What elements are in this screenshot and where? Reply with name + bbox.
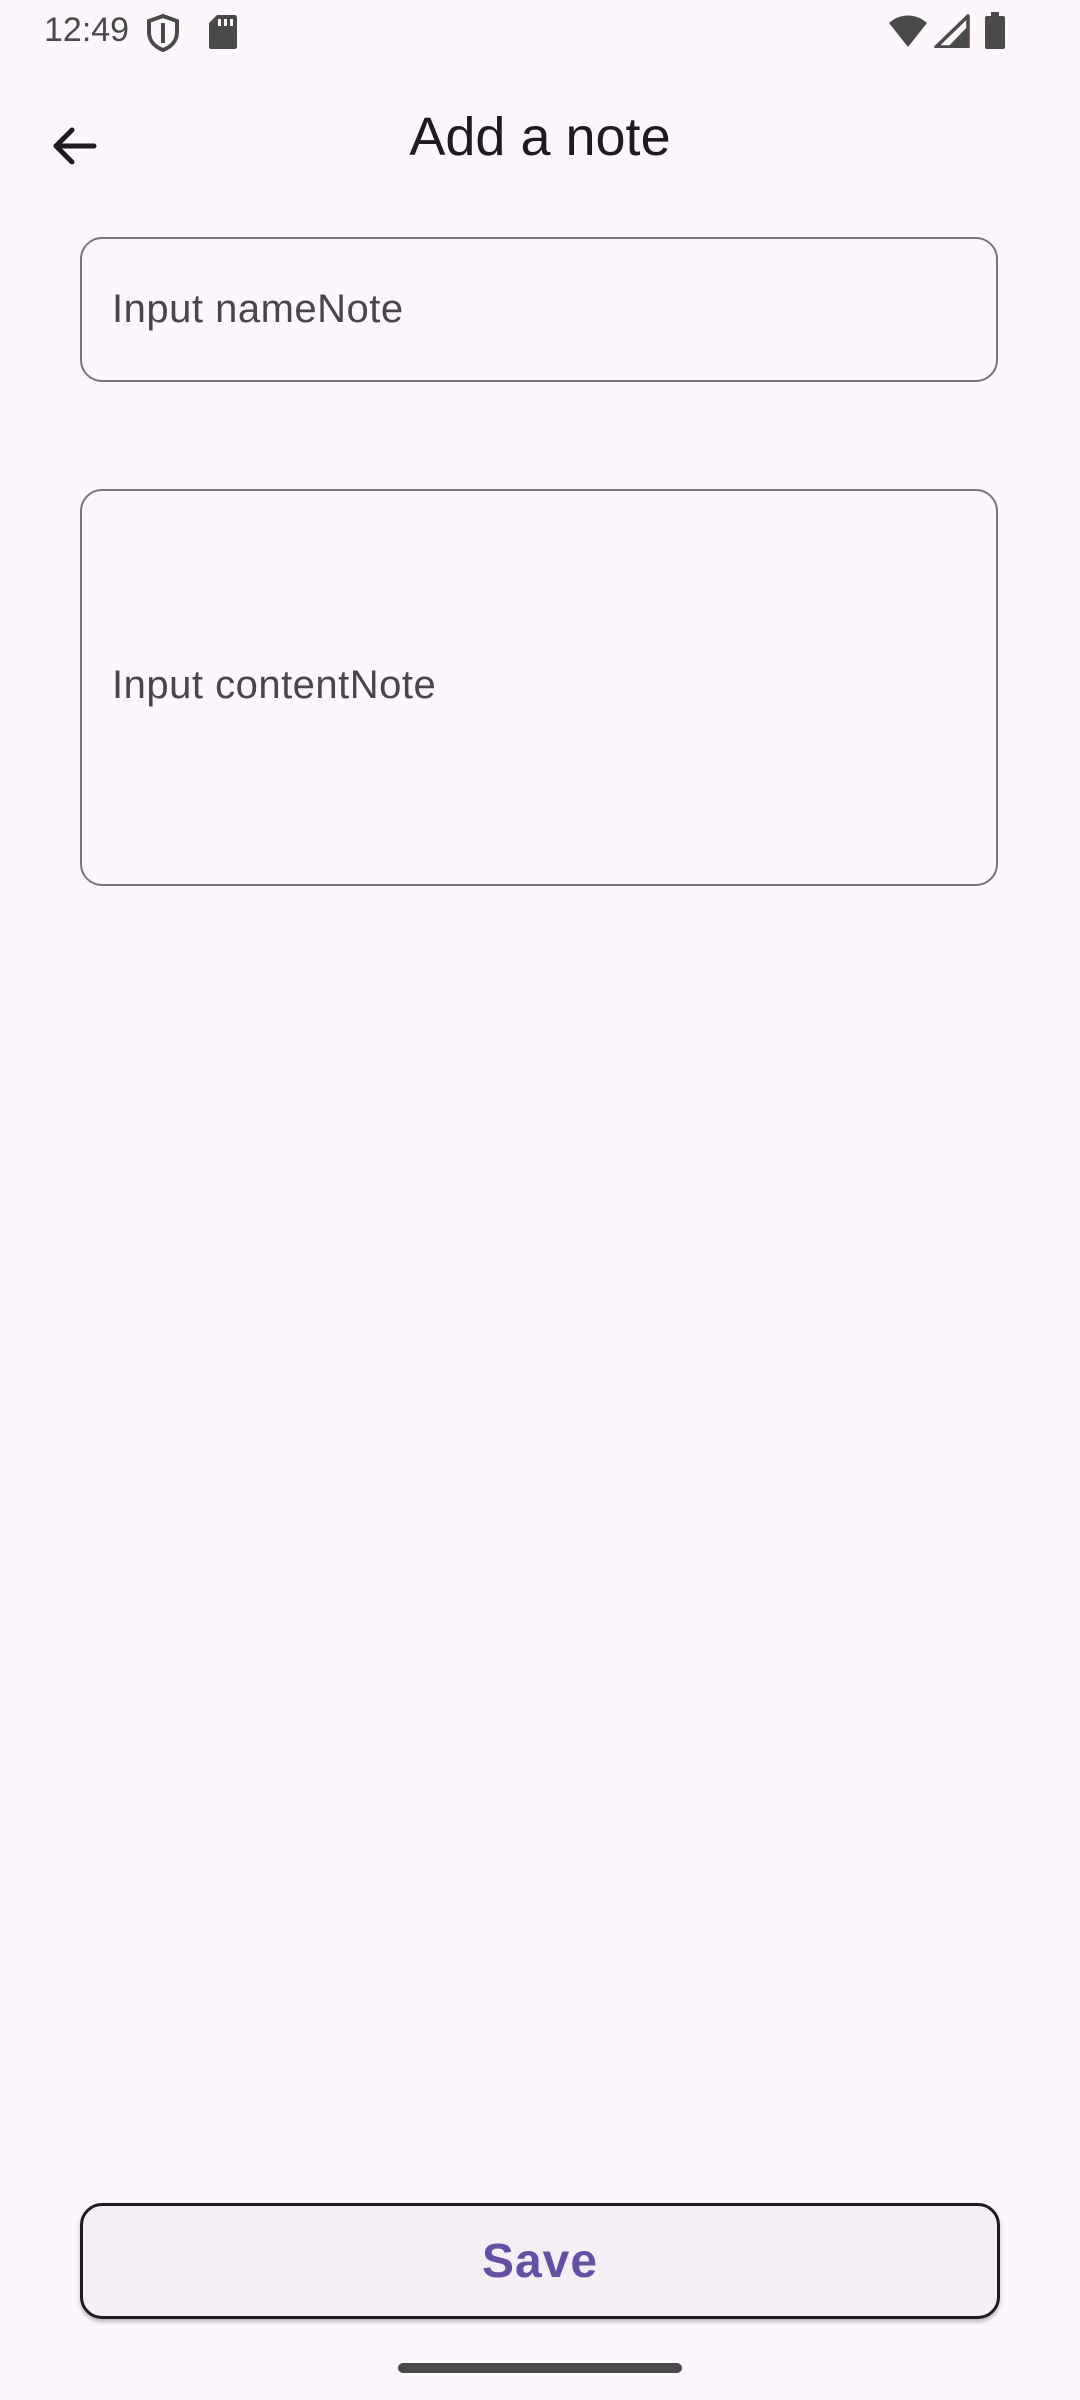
- note-content-placeholder: Input contentNote: [112, 663, 437, 707]
- sd-card-icon: [209, 15, 237, 49]
- wifi-icon: [889, 15, 927, 47]
- signal-icon: [934, 14, 970, 48]
- note-name-input[interactable]: Input nameNote: [80, 237, 998, 382]
- battery-icon: [985, 12, 1005, 49]
- note-content-input[interactable]: Input contentNote: [80, 489, 998, 886]
- status-bar: 12:49: [0, 0, 1080, 62]
- page-title: Add a note: [409, 107, 671, 167]
- home-indicator[interactable]: [398, 2363, 682, 2373]
- save-button-label: Save: [481, 2234, 599, 2288]
- save-button[interactable]: Save: [80, 2203, 1000, 2319]
- note-name-placeholder: Input nameNote: [112, 287, 404, 331]
- shield-icon: [147, 14, 179, 52]
- status-time: 12:49: [44, 11, 130, 49]
- app-bar: Add a note: [0, 62, 1080, 210]
